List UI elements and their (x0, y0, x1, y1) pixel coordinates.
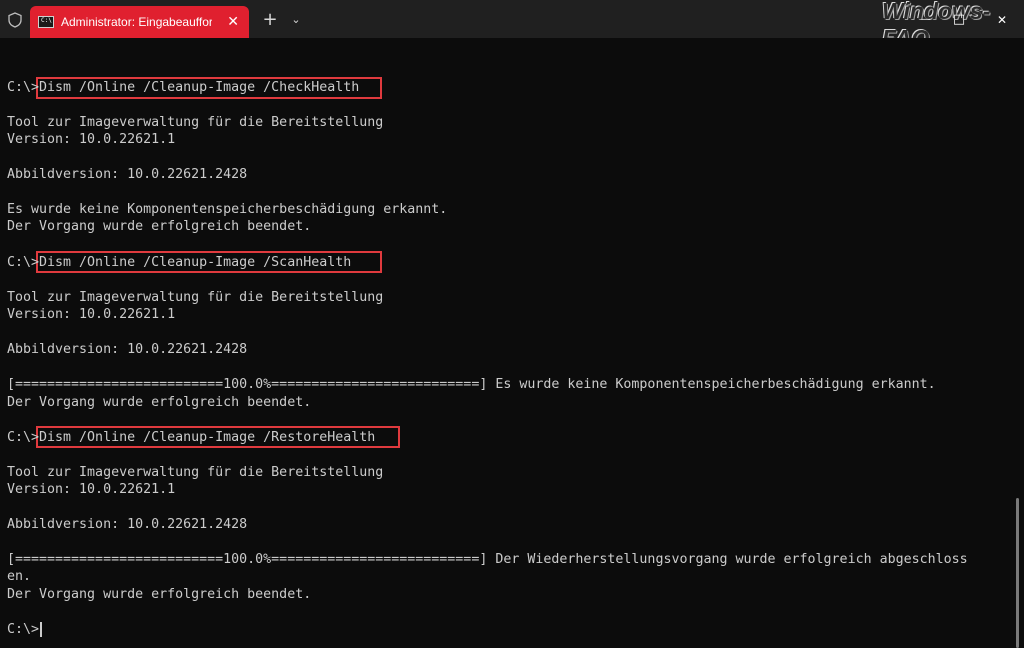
terminal-line: Abbildversion: 10.0.22621.2428 (7, 517, 248, 532)
close-tab-icon[interactable]: ✕ (227, 6, 239, 38)
minimize-button[interactable]: — (914, 8, 938, 32)
terminal-line: Version: 10.0.22621.1 (7, 132, 176, 147)
terminal-line-command: C:\>Dism /Online /Cleanup-Image /ScanHea… (7, 255, 352, 270)
scrollbar[interactable] (1016, 498, 1019, 648)
terminal-line: Tool zur Imageverwaltung für die Bereits… (7, 115, 384, 130)
maximize-button[interactable]: □ (947, 8, 971, 32)
chevron-down-icon[interactable]: ⌄ (287, 9, 305, 31)
terminal-line-command: C:\>Dism /Online /Cleanup-Image /Restore… (7, 430, 376, 445)
terminal-line-command: C:\>Dism /Online /Cleanup-Image /CheckHe… (7, 80, 360, 95)
new-tab-button[interactable]: + (260, 9, 280, 31)
terminal-line: Der Vorgang wurde erfolgreich beendet. (7, 219, 312, 234)
terminal-line: Abbildversion: 10.0.22621.2428 (7, 167, 248, 182)
terminal-line: Der Vorgang wurde erfolgreich beendet. (7, 395, 312, 410)
close-window-button[interactable]: ✕ (990, 8, 1014, 32)
terminal-line: Der Vorgang wurde erfolgreich beendet. (7, 587, 312, 602)
terminal-prompt-line[interactable]: C:\> (7, 621, 43, 639)
prompt-text: C:\> (7, 622, 40, 637)
tab-command-prompt[interactable]: C:\ Administrator: Eingabeaufforderung ✕ (30, 6, 249, 38)
terminal-line-progress: [==========================100.0%=======… (7, 377, 936, 392)
terminal-line: Version: 10.0.22621.1 (7, 482, 176, 497)
terminal-line: Es wurde keine Komponentenspeicherbeschä… (7, 202, 448, 217)
terminal-output[interactable]: C:\>Dism /Online /Cleanup-Image /CheckHe… (0, 38, 1024, 648)
title-bar: C:\ Administrator: Eingabeaufforderung ✕… (0, 0, 1024, 51)
terminal-line: Tool zur Imageverwaltung für die Bereits… (7, 290, 384, 305)
terminal-line: Version: 10.0.22621.1 (7, 307, 176, 322)
terminal-line: Tool zur Imageverwaltung für die Bereits… (7, 465, 384, 480)
shield-icon[interactable] (7, 12, 23, 28)
command-prompt-icon: C:\ (38, 16, 54, 28)
text-cursor (40, 621, 43, 637)
terminal-line: en. (7, 569, 32, 584)
terminal-line-progress: [==========================100.0%=======… (7, 552, 968, 567)
terminal-line: Abbildversion: 10.0.22621.2428 (7, 342, 248, 357)
tab-title: Administrator: Eingabeaufforderung (61, 15, 212, 29)
